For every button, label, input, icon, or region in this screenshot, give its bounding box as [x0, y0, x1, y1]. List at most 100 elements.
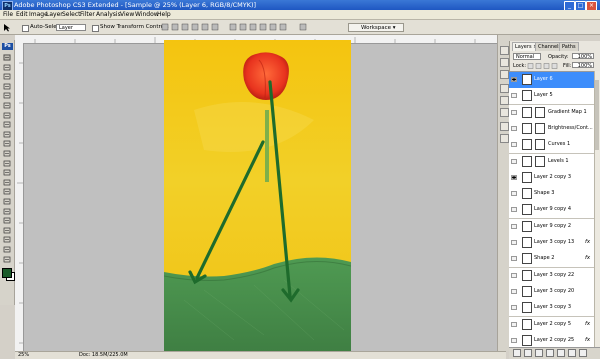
layer-name[interactable]: Layer 2 copy 3 — [534, 174, 571, 180]
actions-icon[interactable] — [500, 134, 509, 143]
visibility-toggle[interactable] — [511, 142, 517, 148]
visibility-toggle[interactable] — [511, 109, 517, 115]
clone-stamp-icon[interactable] — [3, 131, 11, 138]
layer-name[interactable]: Layer 6 — [534, 76, 553, 82]
opacity-field[interactable]: 100% — [572, 53, 594, 60]
foreground-color-swatch[interactable] — [2, 268, 12, 278]
add-style-icon[interactable] — [524, 349, 532, 357]
layer-name[interactable]: Layer 2 copy 25 — [534, 337, 574, 343]
brush-tool-icon[interactable] — [3, 121, 11, 128]
auto-select-checkbox[interactable] — [22, 25, 29, 32]
swatches-icon[interactable] — [500, 96, 509, 105]
info-icon[interactable] — [500, 70, 509, 79]
show-transform-checkbox[interactable] — [92, 25, 99, 32]
tab-paths[interactable]: Paths — [559, 42, 579, 51]
visibility-toggle[interactable] — [511, 288, 517, 294]
visibility-toggle[interactable] — [511, 337, 517, 343]
visibility-toggle[interactable] — [511, 272, 517, 278]
move-tool-icon[interactable] — [3, 23, 13, 32]
visibility-toggle[interactable] — [511, 191, 517, 197]
layer-row[interactable]: Shape 2 fx — [509, 251, 594, 269]
menu-help[interactable]: Help — [157, 11, 171, 18]
visibility-toggle[interactable] — [511, 256, 517, 262]
visibility-toggle[interactable] — [511, 125, 517, 131]
visibility-toggle[interactable] — [511, 93, 517, 99]
add-mask-icon[interactable] — [535, 349, 543, 357]
layer-name[interactable]: Layer 3 copy 13 — [534, 239, 574, 245]
layer-name[interactable]: Layer 3 copy 22 — [534, 272, 574, 278]
layer-name[interactable]: Layer 5 — [534, 92, 553, 98]
layer-scroll-thumb[interactable] — [595, 80, 599, 150]
layer-name[interactable]: Levels 1 — [548, 158, 569, 164]
eraser-tool-icon[interactable] — [3, 150, 11, 157]
hand-tool-icon[interactable] — [3, 246, 11, 253]
layer-name[interactable]: Gradient Map 1 — [548, 109, 587, 115]
dodge-tool-icon[interactable] — [3, 179, 11, 186]
crop-tool-icon[interactable] — [3, 92, 11, 99]
fx-icon[interactable]: fx — [585, 337, 590, 343]
new-layer-icon[interactable] — [568, 349, 576, 357]
move-tool-icon[interactable] — [3, 54, 11, 61]
menu-layer[interactable]: Layer — [46, 11, 63, 18]
layer-name[interactable]: Layer 9 copy 4 — [534, 206, 571, 212]
menu-image[interactable]: Image — [29, 11, 48, 18]
zoom-tool-icon[interactable] — [3, 256, 11, 263]
layer-row[interactable]: Layer 5 — [509, 88, 594, 106]
visibility-toggle[interactable] — [511, 158, 517, 164]
layer-row[interactable]: Levels 1 — [509, 153, 594, 171]
fx-icon[interactable]: fx — [585, 239, 590, 245]
layer-row[interactable]: Brightness/Cont... — [509, 120, 594, 138]
new-group-icon[interactable] — [557, 349, 565, 357]
visibility-toggle[interactable] — [511, 240, 517, 245]
fx-icon[interactable]: fx — [585, 321, 590, 327]
history-brush-icon[interactable] — [3, 140, 11, 147]
blend-mode-dropdown[interactable]: Normal — [513, 53, 541, 60]
menu-view[interactable]: View — [120, 11, 134, 18]
path-select-icon[interactable] — [3, 208, 11, 215]
healing-brush-icon[interactable] — [3, 112, 11, 119]
layer-row[interactable]: Shape 3 — [509, 186, 594, 204]
visibility-toggle[interactable] — [511, 223, 517, 229]
layer-name[interactable]: Layer 3 copy 3 — [534, 304, 571, 310]
menu-select[interactable]: Select — [62, 11, 81, 18]
marquee-tool-icon[interactable] — [3, 64, 11, 71]
eye-icon[interactable] — [511, 174, 517, 180]
workspace-button[interactable]: Workspace ▾ — [348, 23, 404, 32]
pen-tool-icon[interactable] — [3, 188, 11, 195]
slice-tool-icon[interactable] — [3, 102, 11, 109]
eyedropper-icon[interactable] — [3, 236, 11, 243]
fx-icon[interactable]: fx — [585, 255, 590, 261]
layer-row[interactable]: Layer 2 copy 5 fx — [509, 316, 594, 334]
notes-tool-icon[interactable] — [3, 227, 11, 234]
visibility-toggle[interactable] — [511, 207, 517, 213]
shape-tool-icon[interactable] — [3, 217, 11, 224]
color-icon[interactable] — [500, 84, 509, 93]
menu-window[interactable]: Window — [135, 11, 159, 18]
layer-row[interactable]: Layer 3 copy 20 — [509, 283, 594, 301]
layer-row[interactable]: Layer 6 — [509, 72, 594, 89]
layer-name[interactable]: Shape 3 — [534, 190, 554, 196]
menu-filter[interactable]: Filter — [80, 11, 95, 18]
menu-edit[interactable]: Edit — [16, 11, 28, 18]
layer-name[interactable]: Layer 9 copy 2 — [534, 223, 571, 229]
layer-name[interactable]: Shape 2 — [534, 255, 554, 261]
layer-row[interactable]: Layer 3 copy 22 — [509, 267, 594, 285]
layer-name[interactable]: Layer 2 copy 5 — [534, 321, 571, 327]
layer-row[interactable]: Layer 3 copy 3 — [509, 300, 594, 318]
layer-row[interactable]: Layer 3 copy 13 fx — [509, 235, 594, 252]
layer-row[interactable]: Layer 2 copy 3 — [509, 169, 594, 187]
layer-name[interactable]: Curves 1 — [548, 141, 570, 147]
layer-row[interactable]: Curves 1 — [509, 137, 594, 155]
zoom-level[interactable]: 25% — [18, 352, 29, 358]
layer-row[interactable]: Gradient Map 1 — [509, 104, 594, 122]
document-canvas[interactable] — [164, 40, 351, 352]
layer-row[interactable]: Layer 2 copy 25 fx — [509, 332, 594, 348]
layer-row[interactable]: Layer 9 copy 2 — [509, 218, 594, 236]
lasso-tool-icon[interactable] — [3, 73, 11, 80]
gradient-tool-icon[interactable] — [3, 160, 11, 167]
blur-tool-icon[interactable] — [3, 169, 11, 176]
history-icon[interactable] — [500, 122, 509, 131]
styles-icon[interactable] — [500, 108, 509, 117]
layer-row[interactable]: Layer 9 copy 4 — [509, 202, 594, 220]
auto-select-dropdown[interactable]: Layer — [56, 24, 86, 31]
